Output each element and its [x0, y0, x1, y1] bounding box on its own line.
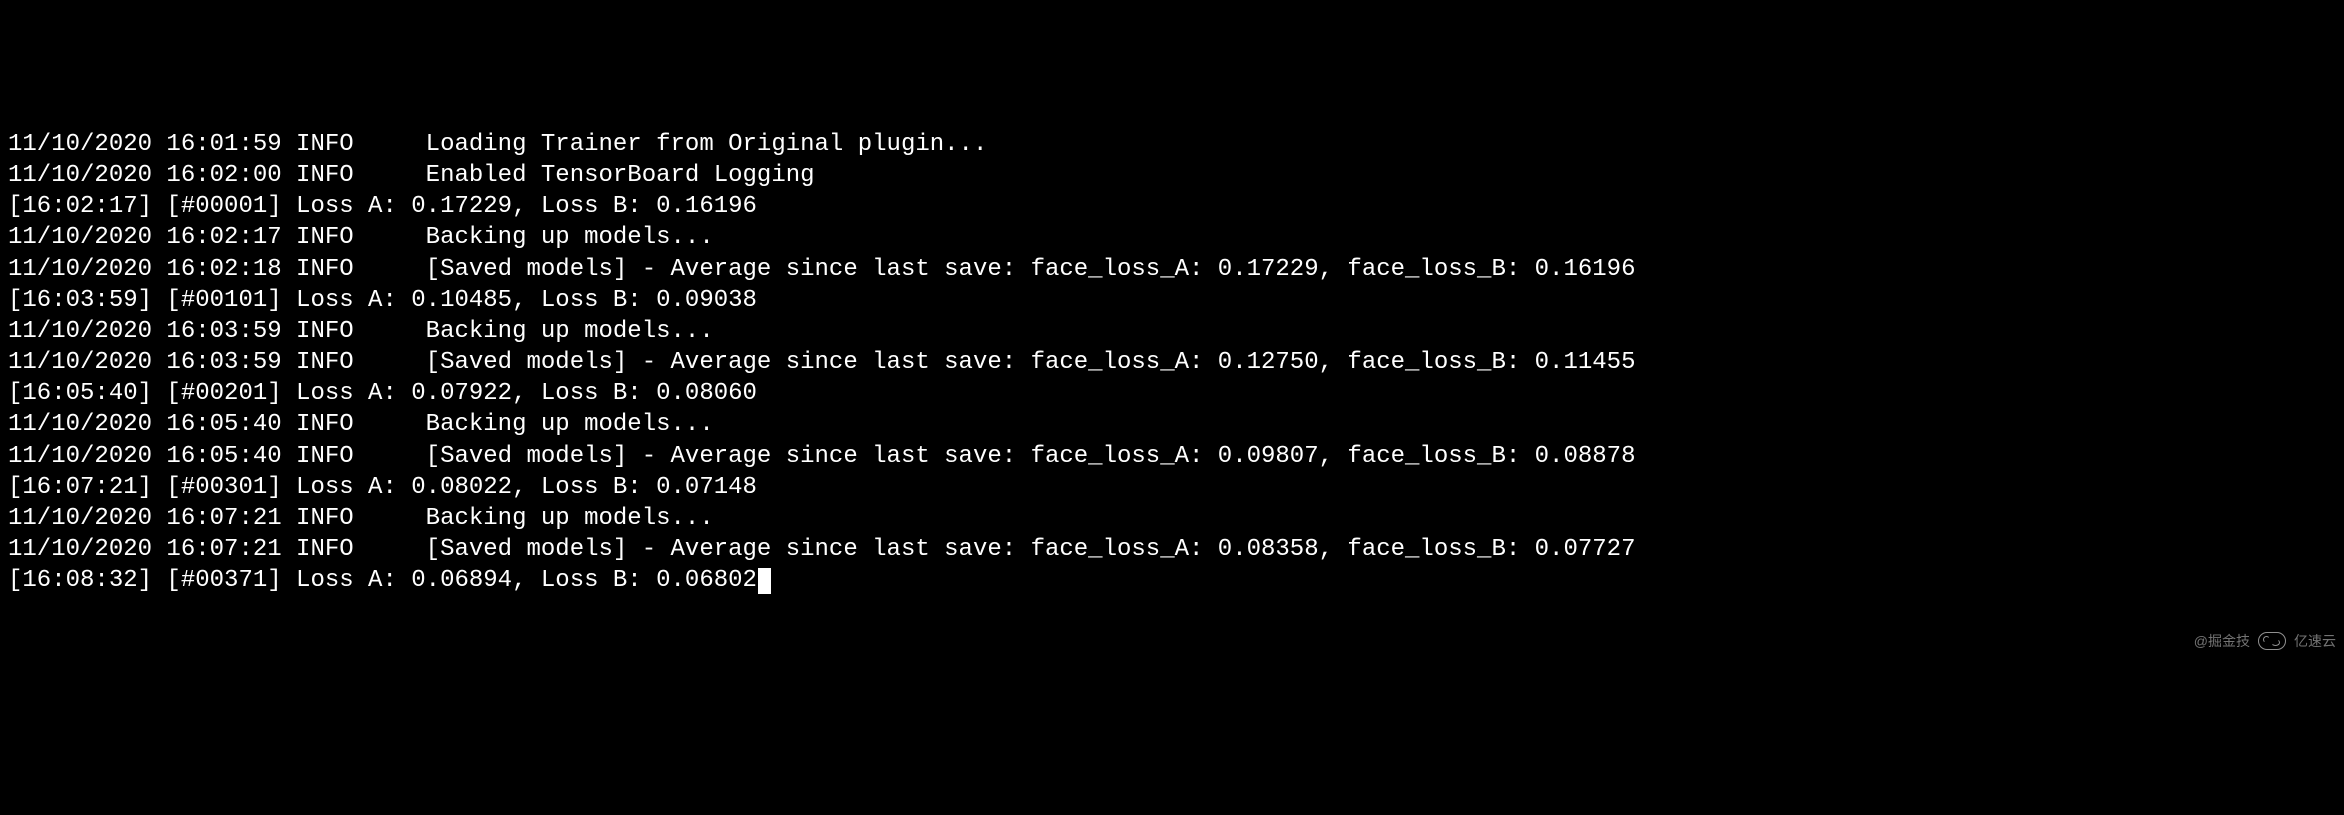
log-line: 11/10/2020 16:02:00 INFO Enabled TensorB… — [8, 160, 2336, 191]
log-line: 11/10/2020 16:01:59 INFO Loading Trainer… — [8, 129, 2336, 160]
watermark-text-2: 亿速云 — [2294, 632, 2336, 650]
log-line: [16:08:32] [#00371] Loss A: 0.06894, Los… — [8, 565, 2336, 596]
log-line: 11/10/2020 16:02:18 INFO [Saved models] … — [8, 254, 2336, 285]
log-line: 11/10/2020 16:05:40 INFO [Saved models] … — [8, 441, 2336, 472]
log-line: [16:07:21] [#00301] Loss A: 0.08022, Los… — [8, 472, 2336, 503]
log-line: 11/10/2020 16:07:21 INFO [Saved models] … — [8, 534, 2336, 565]
terminal-cursor — [758, 568, 771, 594]
log-line: 11/10/2020 16:03:59 INFO [Saved models] … — [8, 347, 2336, 378]
log-line: 11/10/2020 16:03:59 INFO Backing up mode… — [8, 316, 2336, 347]
log-line: 11/10/2020 16:07:21 INFO Backing up mode… — [8, 503, 2336, 534]
log-line: [16:03:59] [#00101] Loss A: 0.10485, Los… — [8, 285, 2336, 316]
watermark-text-1: @掘金技 — [2194, 632, 2250, 650]
log-line: 11/10/2020 16:02:17 INFO Backing up mode… — [8, 222, 2336, 253]
log-line: [16:05:40] [#00201] Loss A: 0.07922, Los… — [8, 378, 2336, 409]
terminal-output: 11/10/2020 16:01:59 INFO Loading Trainer… — [8, 129, 2336, 597]
cloud-icon — [2258, 632, 2286, 650]
watermark: @掘金技 亿速云 — [2194, 632, 2336, 650]
log-line: 11/10/2020 16:05:40 INFO Backing up mode… — [8, 409, 2336, 440]
log-line: [16:02:17] [#00001] Loss A: 0.17229, Los… — [8, 191, 2336, 222]
